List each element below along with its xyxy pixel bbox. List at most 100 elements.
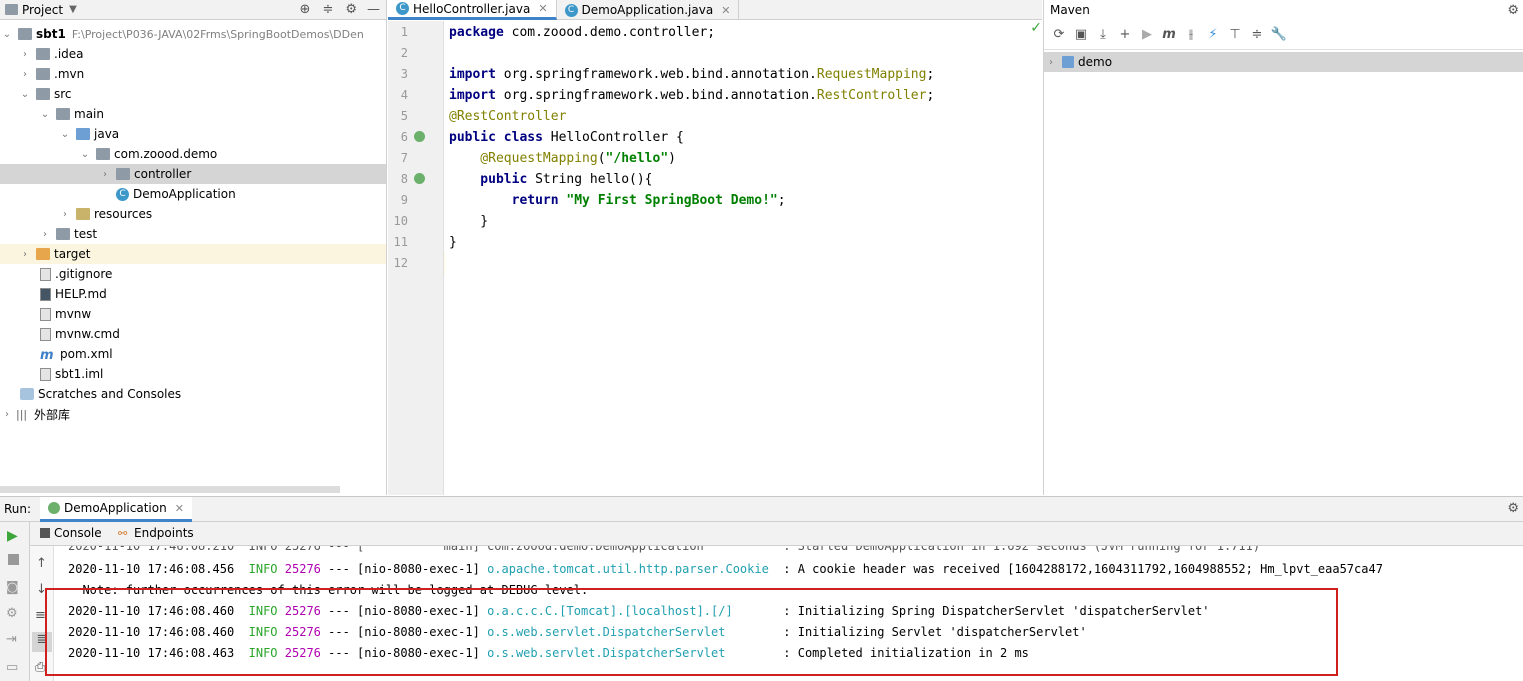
minimize-icon[interactable]: — bbox=[367, 2, 380, 17]
collapse-all-icon[interactable]: ≑ bbox=[1248, 26, 1266, 44]
tree-item-demoapplication[interactable]: C DemoApplication bbox=[0, 184, 386, 204]
maven-tree-item-demo[interactable]: › demo bbox=[1044, 52, 1523, 72]
tree-item-label: sbt1 bbox=[36, 27, 66, 41]
iml-file-icon bbox=[40, 367, 51, 381]
chevron-right-icon[interactable]: › bbox=[20, 249, 30, 260]
tab-endpoints[interactable]: ⚯ Endpoints bbox=[118, 526, 194, 540]
chevron-right-icon[interactable]: › bbox=[40, 229, 50, 240]
tree-item-src[interactable]: ⌄ src bbox=[0, 84, 386, 104]
spring-class-icon: C bbox=[116, 187, 129, 201]
chevron-down-icon[interactable]: ⌄ bbox=[60, 129, 70, 140]
spring-mapping-gutter-icon[interactable] bbox=[414, 173, 425, 184]
gear-icon[interactable]: ⚙ bbox=[1507, 3, 1519, 18]
gear-icon[interactable]: ⚙ bbox=[345, 2, 357, 17]
tree-item-mvn[interactable]: › .mvn bbox=[0, 64, 386, 84]
gear-icon[interactable]: ⚙ bbox=[1507, 501, 1519, 516]
close-icon[interactable]: ✕ bbox=[721, 4, 730, 17]
chevron-right-icon[interactable]: › bbox=[60, 209, 70, 220]
spring-bean-gutter-icon[interactable] bbox=[414, 131, 425, 142]
tab-console[interactable]: Console bbox=[40, 526, 102, 540]
run-config-tab[interactable]: DemoApplication ✕ bbox=[40, 497, 192, 522]
maven-goal-icon[interactable]: m bbox=[1160, 26, 1178, 44]
log-thread: --- [nio-8080-exec-1] bbox=[320, 562, 488, 576]
maven-m-icon: m bbox=[40, 348, 54, 363]
arrow-up-icon[interactable]: ↑ bbox=[36, 556, 47, 571]
add-icon[interactable]: + bbox=[1116, 26, 1134, 44]
tab-hellocontroller[interactable]: C HelloController.java ✕ bbox=[388, 0, 557, 20]
code-line: } bbox=[449, 235, 457, 250]
keyword: return bbox=[449, 193, 559, 208]
code-line: @RequestMapping("/hello") bbox=[449, 148, 676, 169]
exit-icon[interactable]: ⇥ bbox=[6, 632, 17, 647]
close-icon[interactable]: ✕ bbox=[175, 502, 184, 515]
chevron-right-icon[interactable]: › bbox=[2, 409, 12, 420]
log-logger[interactable]: o.apache.tomcat.util.http.parser.Cookie bbox=[487, 562, 776, 576]
crosshair-icon[interactable]: ⊕ bbox=[300, 2, 311, 17]
annotation-name: RestController bbox=[816, 88, 927, 103]
horizontal-scrollbar[interactable] bbox=[0, 486, 340, 493]
tree-item-label: HELP.md bbox=[55, 287, 107, 301]
tree-item-sbt1-iml[interactable]: sbt1.iml bbox=[0, 364, 386, 384]
package-icon bbox=[116, 168, 130, 180]
chevron-down-icon[interactable]: ⌄ bbox=[40, 109, 50, 120]
skip-tests-icon[interactable]: ⚡ bbox=[1204, 26, 1222, 44]
code-text: HelloController { bbox=[542, 130, 684, 145]
generate-sources-icon[interactable]: ▣ bbox=[1072, 26, 1090, 44]
wrench-icon[interactable]: 🔧 bbox=[1270, 26, 1288, 44]
code-text: com.zoood.demo.controller; bbox=[503, 25, 716, 40]
rerun-icon[interactable]: ▶ bbox=[7, 528, 18, 544]
tree-item-pom-xml[interactable]: m pom.xml bbox=[0, 344, 386, 364]
tree-item-gitignore[interactable]: .gitignore bbox=[0, 264, 386, 284]
resources-folder-icon bbox=[76, 208, 90, 220]
close-icon[interactable]: ✕ bbox=[538, 2, 547, 15]
chevron-down-icon[interactable]: ⌄ bbox=[2, 29, 12, 40]
console-tab-bar: Console ⚯ Endpoints bbox=[30, 522, 1523, 546]
reload-icon[interactable]: ⟳ bbox=[1050, 26, 1068, 44]
package-icon bbox=[96, 148, 110, 160]
layout-icon[interactable]: ▭ bbox=[6, 660, 18, 675]
chevron-right-icon[interactable]: › bbox=[20, 69, 30, 80]
settings-icon[interactable]: ⚙ bbox=[6, 606, 18, 621]
tree-item-main[interactable]: ⌄ main bbox=[0, 104, 386, 124]
tree-item-mvnw[interactable]: mvnw bbox=[0, 304, 386, 324]
stop-icon[interactable] bbox=[8, 554, 19, 565]
tree-item-sbt1[interactable]: ⌄ sbt1 F:\Project\P036-JAVA\02Frms\Sprin… bbox=[0, 24, 386, 44]
tree-item-label: .idea bbox=[54, 47, 84, 61]
chevron-down-icon[interactable]: ⌄ bbox=[20, 89, 30, 100]
maven-toolbar: ⟳ ▣ ⤓ + ▶ m ⫲ ⚡ ⊤ ≑ 🔧 bbox=[1044, 20, 1523, 50]
project-title[interactable]: Project bbox=[22, 3, 63, 17]
toggle-offline-icon[interactable]: ⫲ bbox=[1182, 26, 1200, 44]
tree-item-label: sbt1.iml bbox=[55, 367, 104, 381]
chevron-right-icon[interactable]: › bbox=[100, 169, 110, 180]
tree-item-idea[interactable]: › .idea bbox=[0, 44, 386, 64]
tree-item-help-md[interactable]: HELP.md bbox=[0, 284, 386, 304]
tree-item-resources[interactable]: › resources bbox=[0, 204, 386, 224]
tab-demoapplication[interactable]: C DemoApplication.java ✕ bbox=[557, 0, 740, 20]
chevron-down-icon[interactable]: ⌄ bbox=[80, 149, 90, 160]
tree-item-package[interactable]: ⌄ com.zoood.demo bbox=[0, 144, 386, 164]
log-level: INFO bbox=[248, 562, 278, 576]
maven-panel: Maven ⚙ ⟳ ▣ ⤓ + ▶ m ⫲ ⚡ ⊤ ≑ 🔧 › demo bbox=[1043, 0, 1523, 495]
code-text: org.springframework.web.bind.annotation. bbox=[495, 67, 817, 82]
tree-item-java[interactable]: ⌄ java bbox=[0, 124, 386, 144]
print-icon[interactable]: ⎙ bbox=[35, 660, 45, 675]
chevron-right-icon[interactable]: › bbox=[1046, 57, 1056, 68]
show-dependencies-icon[interactable]: ⊤ bbox=[1226, 26, 1244, 44]
run-icon[interactable]: ▶ bbox=[1138, 26, 1156, 44]
tree-item-mvnw-cmd[interactable]: mvnw.cmd bbox=[0, 324, 386, 344]
string-literal: "/hello" bbox=[605, 151, 669, 166]
collapse-icon[interactable]: ≑ bbox=[322, 2, 333, 17]
chevron-down-icon[interactable]: ▼ bbox=[69, 4, 77, 15]
module-folder-icon bbox=[18, 28, 32, 40]
download-icon[interactable]: ⤓ bbox=[1094, 26, 1112, 44]
tree-item-controller[interactable]: › controller bbox=[0, 164, 386, 184]
tree-item-external-libraries[interactable]: › ||| 外部库 bbox=[0, 404, 386, 424]
chevron-right-icon[interactable]: › bbox=[20, 49, 30, 60]
camera-icon[interactable]: ◙ bbox=[6, 580, 19, 595]
tree-item-test[interactable]: › test bbox=[0, 224, 386, 244]
tree-item-target[interactable]: › target bbox=[0, 244, 386, 264]
tree-item-scratches[interactable]: Scratches and Consoles bbox=[0, 384, 386, 404]
cmd-file-icon bbox=[40, 327, 51, 341]
code-editor[interactable]: package com.zoood.demo.controller; impor… bbox=[445, 20, 1042, 495]
code-line: import org.springframework.web.bind.anno… bbox=[449, 64, 934, 85]
